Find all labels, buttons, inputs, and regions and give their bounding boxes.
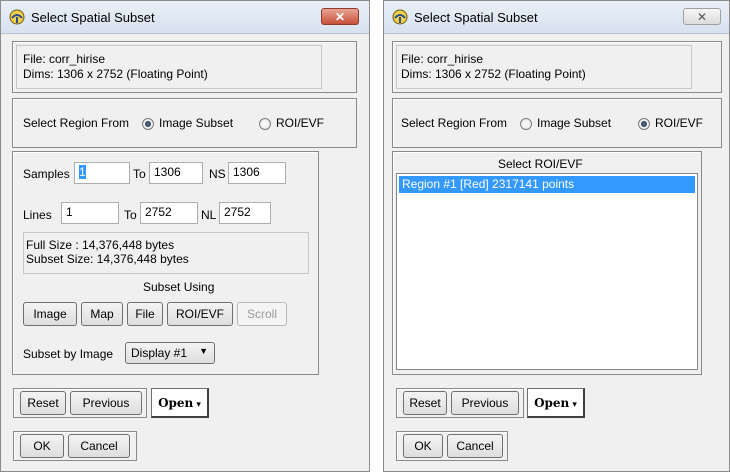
previous-button[interactable]: Previous xyxy=(70,391,142,415)
close-icon: ✕ xyxy=(696,10,708,24)
previous-button[interactable]: Previous xyxy=(451,391,519,415)
file-info-box: File: corr_hirise Dims: 1306 x 2752 (Flo… xyxy=(16,45,322,89)
image-subset-label[interactable]: Image Subset xyxy=(537,116,611,130)
reset-button[interactable]: Reset xyxy=(20,391,66,415)
ok-button[interactable]: OK xyxy=(20,434,64,458)
samples-to-label: To xyxy=(133,167,146,181)
subset-by-image-label: Subset by Image xyxy=(23,347,114,361)
roi-evf-label[interactable]: ROI/EVF xyxy=(655,116,703,130)
subset-using-label: Subset Using xyxy=(143,280,215,294)
scroll-button: Scroll xyxy=(237,302,287,326)
select-region-label: Select Region From xyxy=(401,116,508,130)
file-info-panel: File: corr_hirise Dims: 1306 x 2752 (Flo… xyxy=(392,41,722,93)
dims-label: Dims: 1306 x 2752 (Floating Point) xyxy=(401,67,586,81)
open-menu-arrow-icon: ▾ xyxy=(569,400,577,410)
close-button[interactable]: ✕ xyxy=(683,8,721,25)
close-button[interactable]: ✕ xyxy=(321,8,359,25)
nl-field[interactable]: 2752 xyxy=(219,202,271,224)
samples-end-field[interactable]: 1306 xyxy=(149,162,203,184)
file-name-label: File: corr_hirise xyxy=(23,52,106,66)
roi-evf-radio[interactable] xyxy=(259,118,271,130)
nl-label: NL xyxy=(201,208,217,222)
window-title: Select Spatial Subset xyxy=(31,10,155,25)
map-button[interactable]: Map xyxy=(81,302,123,326)
ns-field[interactable]: 1306 xyxy=(228,162,286,184)
image-subset-radio[interactable] xyxy=(520,118,532,130)
lines-to-label: To xyxy=(124,208,137,222)
display-dropdown[interactable]: Display #1 ▼ xyxy=(125,342,215,364)
roi-list-panel: Select ROI/EVF Region #1 [Red] 2317141 p… xyxy=(392,151,702,375)
cancel-button[interactable]: Cancel xyxy=(68,434,130,458)
file-name-label: File: corr_hirise xyxy=(401,52,484,66)
list-item[interactable]: Region #1 [Red] 2317141 points xyxy=(399,176,695,193)
title-bar[interactable]: Select Spatial Subset ✕ xyxy=(1,1,369,34)
file-button[interactable]: File xyxy=(127,302,163,326)
left-dialog-window: Select Spatial Subset ✕ File: corr_hiris… xyxy=(0,0,370,472)
dropdown-arrow-icon: ▼ xyxy=(199,346,208,356)
size-info-box: Full Size : 14,376,448 bytes Subset Size… xyxy=(23,232,309,274)
subset-size-label: Subset Size: 14,376,448 bytes xyxy=(26,252,189,266)
dims-label: Dims: 1306 x 2752 (Floating Point) xyxy=(23,67,208,81)
open-menu-arrow-icon: ▾ xyxy=(193,400,201,410)
history-button-frame: Reset Previous xyxy=(396,388,524,418)
samples-label: Samples xyxy=(23,167,70,181)
history-button-frame: Reset Previous xyxy=(13,388,147,418)
roi-evf-button[interactable]: ROI/EVF xyxy=(167,302,233,326)
file-info-panel: File: corr_hirise Dims: 1306 x 2752 (Flo… xyxy=(12,41,357,93)
lines-start-field[interactable]: 1 xyxy=(61,202,119,224)
image-button[interactable]: Image xyxy=(23,302,77,326)
reset-button[interactable]: Reset xyxy=(403,391,447,415)
ok-cancel-frame: OK Cancel xyxy=(13,431,137,461)
lines-label: Lines xyxy=(23,208,52,222)
ok-button[interactable]: OK xyxy=(403,434,443,458)
window-title: Select Spatial Subset xyxy=(414,10,538,25)
roi-evf-label[interactable]: ROI/EVF xyxy=(276,116,324,130)
open-menu-button[interactable]: Open ▾ xyxy=(527,388,585,418)
roi-evf-radio[interactable] xyxy=(638,118,650,130)
roi-list-title: Select ROI/EVF xyxy=(498,157,583,171)
image-subset-label[interactable]: Image Subset xyxy=(159,116,233,130)
image-subset-radio[interactable] xyxy=(142,118,154,130)
envi-app-icon xyxy=(392,9,408,25)
samples-start-field[interactable]: 1 xyxy=(74,162,130,184)
close-icon: ✕ xyxy=(334,10,346,24)
region-select-panel: Select Region From Image Subset ROI/EVF xyxy=(392,98,722,148)
lines-end-field[interactable]: 2752 xyxy=(140,202,198,224)
region-select-panel: Select Region From Image Subset ROI/EVF xyxy=(12,98,357,148)
ok-cancel-frame: OK Cancel xyxy=(396,431,508,461)
ns-label: NS xyxy=(209,167,226,181)
full-size-label: Full Size : 14,376,448 bytes xyxy=(26,238,175,252)
roi-listbox[interactable]: Region #1 [Red] 2317141 points xyxy=(396,173,698,370)
right-dialog-window: Select Spatial Subset ✕ File: corr_hiris… xyxy=(383,0,730,472)
cancel-button[interactable]: Cancel xyxy=(447,434,503,458)
select-region-label: Select Region From xyxy=(23,116,130,130)
file-info-box: File: corr_hirise Dims: 1306 x 2752 (Flo… xyxy=(396,45,692,89)
title-bar[interactable]: Select Spatial Subset ✕ xyxy=(384,1,729,34)
envi-app-icon xyxy=(9,9,25,25)
subset-details-panel: Samples 1 To 1306 NS 1306 Lines 1 To 275… xyxy=(12,151,319,375)
open-menu-button[interactable]: Open ▾ xyxy=(151,388,209,418)
